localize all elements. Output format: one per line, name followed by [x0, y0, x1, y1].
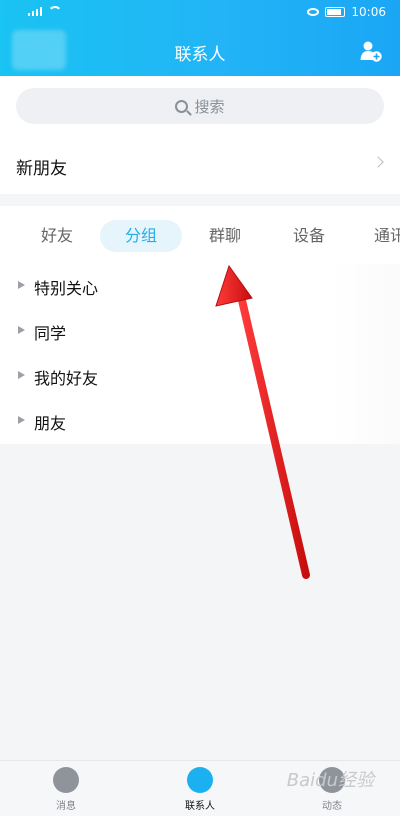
group-label: 特别关心	[34, 279, 99, 298]
tab-groups[interactable]: 分组	[100, 220, 182, 252]
wifi-icon	[48, 6, 62, 16]
tab-group-chats[interactable]: 群聊	[188, 220, 262, 252]
expand-triangle-icon	[18, 371, 25, 379]
group-label: 我的好友	[34, 369, 99, 388]
battery-icon	[325, 7, 346, 17]
expand-triangle-icon	[18, 326, 25, 334]
nav-messages[interactable]: 消息	[26, 767, 106, 812]
header-bar: 10:06 联系人	[0, 0, 400, 76]
status-time: 10:06	[351, 5, 386, 19]
nav-contacts[interactable]: 联系人	[160, 767, 240, 812]
eye-icon	[307, 8, 320, 16]
watermark: Baidu经验	[286, 770, 374, 791]
new-friends-label: 新朋友	[16, 159, 67, 179]
expand-triangle-icon	[18, 416, 25, 424]
new-friends-row[interactable]: 新朋友	[0, 134, 400, 194]
search-placeholder: 搜索	[194, 97, 225, 116]
search-icon	[175, 99, 189, 113]
nav-label: 联系人	[185, 801, 215, 812]
group-label: 朋友	[34, 414, 67, 433]
expand-triangle-icon	[18, 281, 25, 289]
group-list: 特别关心 同学 我的好友 朋友	[0, 264, 400, 444]
group-label: 同学	[34, 324, 67, 343]
status-right: 10:06	[307, 5, 386, 19]
page-title: 联系人	[174, 45, 226, 65]
chevron-right-icon	[372, 156, 384, 168]
signal-icon	[28, 7, 42, 16]
status-bar: 10:06	[0, 0, 400, 26]
contacts-icon	[187, 767, 213, 793]
status-left	[28, 6, 62, 16]
tab-friends[interactable]: 好友	[20, 220, 94, 252]
add-friend-icon[interactable]	[360, 40, 382, 62]
blur-overlay	[330, 264, 400, 444]
nav-label: 消息	[56, 801, 76, 812]
nav-label: 动态	[322, 801, 342, 812]
search-input[interactable]: 搜索	[16, 88, 384, 124]
contact-tabs: 好友 分组 群聊 设备 通讯	[0, 206, 400, 264]
messages-icon	[53, 767, 79, 793]
tab-devices[interactable]: 设备	[272, 220, 346, 252]
tab-contacts[interactable]: 通讯	[360, 220, 400, 252]
search-section: 搜索	[0, 76, 400, 134]
